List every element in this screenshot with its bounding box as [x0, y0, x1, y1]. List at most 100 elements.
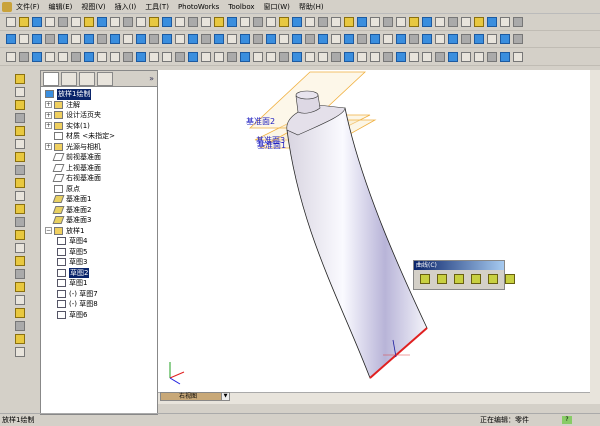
sketch-tool-21-icon[interactable]	[266, 51, 276, 62]
feature-tool-11-icon[interactable]	[15, 204, 25, 214]
menu-edit[interactable]: 编辑(E)	[49, 2, 73, 12]
view-button-40-icon[interactable]	[513, 34, 523, 44]
projected-curve-icon[interactable]	[437, 274, 447, 284]
view-button-19-icon[interactable]	[240, 34, 250, 44]
toolbar-button-27-icon[interactable]	[344, 17, 354, 27]
view-button-14-icon[interactable]	[175, 34, 185, 44]
tree-item[interactable]: 基准面1	[45, 194, 157, 205]
sketch-tool-17-icon[interactable]	[214, 51, 224, 62]
view-button-26-icon[interactable]	[331, 34, 341, 44]
view-button-16-icon[interactable]	[201, 34, 211, 44]
feature-tool-19-icon[interactable]	[15, 308, 25, 318]
sketch-tool-2-icon[interactable]	[19, 51, 29, 62]
curve-through-points-icon[interactable]	[471, 274, 481, 284]
sketch-item[interactable]: 草图5	[57, 247, 157, 258]
toolbar-button-15-icon[interactable]	[188, 17, 198, 27]
sketch-tool-30-icon[interactable]	[383, 51, 393, 62]
sketch-tool-3-icon[interactable]	[32, 51, 42, 62]
toolbar-button-40-icon[interactable]	[513, 17, 523, 27]
toolbar-button-11-icon[interactable]	[136, 17, 146, 27]
sketch-tool-27-icon[interactable]	[344, 51, 354, 62]
feature-tool-1-icon[interactable]	[15, 74, 25, 84]
view-button-34-icon[interactable]	[435, 34, 445, 44]
view-button-37-icon[interactable]	[474, 34, 484, 44]
feature-tool-8-icon[interactable]	[15, 165, 25, 175]
toolbar-button-12-icon[interactable]	[149, 17, 159, 27]
feature-tool-18-icon[interactable]	[15, 295, 25, 305]
sketch-item[interactable]: 草图3	[57, 257, 157, 268]
feature-tool-3-icon[interactable]	[15, 100, 25, 110]
sketch-tool-8-icon[interactable]	[97, 51, 107, 62]
toolbar-button-8-icon[interactable]	[97, 17, 107, 27]
view-button-17-icon[interactable]	[214, 34, 224, 44]
sketch-tool-5-icon[interactable]	[58, 51, 68, 62]
view-button-23-icon[interactable]	[292, 34, 302, 44]
menu-toolbox[interactable]: Toolbox	[228, 3, 254, 11]
menu-insert[interactable]: 插入(I)	[115, 2, 137, 12]
toolbar-button-21-icon[interactable]	[266, 17, 276, 27]
tree-item[interactable]: 原点	[45, 184, 157, 195]
menu-tools[interactable]: 工具(T)	[145, 2, 169, 12]
feature-tool-12-icon[interactable]	[15, 217, 25, 227]
toolbar-button-14-icon[interactable]	[175, 17, 185, 27]
reference-curve-icon[interactable]	[505, 274, 515, 284]
sketch-tool-37-icon[interactable]	[474, 51, 484, 62]
toolbar-button-36-icon[interactable]	[461, 17, 471, 27]
toolbar-button-3-icon[interactable]	[32, 17, 42, 27]
tree-item[interactable]: 基准面2	[45, 205, 157, 216]
sketch-tool-9-icon[interactable]	[110, 51, 120, 62]
expand-panel-icon[interactable]: »	[149, 74, 154, 83]
toolbar-button-9-icon[interactable]	[110, 17, 120, 27]
expand-icon[interactable]: +	[45, 122, 52, 130]
tree-item[interactable]: 右视基准面	[45, 173, 157, 184]
tree-item[interactable]: − 放样1	[45, 226, 157, 237]
toolbar-button-32-icon[interactable]	[409, 17, 419, 27]
sketch-tool-28-icon[interactable]	[357, 51, 367, 62]
toolbar-button-39-icon[interactable]	[500, 17, 510, 27]
view-button-31-icon[interactable]	[396, 34, 406, 44]
view-button-25-icon[interactable]	[318, 34, 328, 44]
sketch-tool-7-icon[interactable]	[84, 51, 94, 62]
view-button-33-icon[interactable]	[422, 34, 432, 44]
helix-icon[interactable]	[488, 274, 498, 284]
toolbar-button-13-icon[interactable]	[162, 17, 172, 27]
expand-icon[interactable]: +	[45, 143, 52, 151]
sketch-tool-6-icon[interactable]	[71, 51, 81, 62]
tree-item[interactable]: + 设计活页夹	[45, 110, 157, 121]
view-button-28-icon[interactable]	[357, 34, 367, 44]
sketch-tool-34-icon[interactable]	[435, 51, 445, 62]
sketch-item[interactable]: 草图6	[57, 310, 157, 321]
property-manager-tab[interactable]	[61, 71, 77, 86]
help-icon[interactable]: ?	[562, 416, 572, 424]
toolbar-button-6-icon[interactable]	[71, 17, 81, 27]
split-line-icon[interactable]	[420, 274, 430, 284]
sketch-tool-15-icon[interactable]	[188, 51, 198, 62]
toolbar-button-5-icon[interactable]	[58, 17, 68, 27]
sketch-tool-1-icon[interactable]	[6, 51, 16, 62]
sketch-tool-18-icon[interactable]	[227, 51, 237, 62]
feature-tool-4-icon[interactable]	[15, 113, 25, 123]
tree-item[interactable]: 基准面3	[45, 215, 157, 226]
feature-tool-16-icon[interactable]	[15, 269, 25, 279]
sketch-item[interactable]: (-) 草图8	[57, 299, 157, 310]
sketch-tool-11-icon[interactable]	[136, 51, 146, 62]
toolbar-button-28-icon[interactable]	[357, 17, 367, 27]
view-button-2-icon[interactable]	[19, 34, 29, 44]
feature-tool-7-icon[interactable]	[15, 152, 25, 162]
menu-photoworks[interactable]: PhotoWorks	[178, 3, 219, 11]
view-button-20-icon[interactable]	[253, 34, 263, 44]
sketch-tool-32-icon[interactable]	[409, 51, 419, 62]
sketch-tool-36-icon[interactable]	[461, 51, 471, 62]
configuration-manager-tab[interactable]	[79, 71, 95, 86]
view-button-35-icon[interactable]	[448, 34, 458, 44]
sketch-tool-23-icon[interactable]	[292, 51, 302, 62]
view-button-30-icon[interactable]	[383, 34, 393, 44]
feature-manager-tab[interactable]	[43, 71, 59, 86]
photoworks-tab[interactable]	[97, 71, 113, 86]
sketch-tool-29-icon[interactable]	[370, 51, 380, 62]
sketch-tool-16-icon[interactable]	[201, 51, 211, 62]
sketch-item[interactable]: 草图2	[57, 267, 157, 278]
view-selector[interactable]: 右视图 ▼	[160, 392, 230, 401]
menu-help[interactable]: 帮助(H)	[299, 2, 324, 12]
view-button-36-icon[interactable]	[461, 34, 471, 44]
